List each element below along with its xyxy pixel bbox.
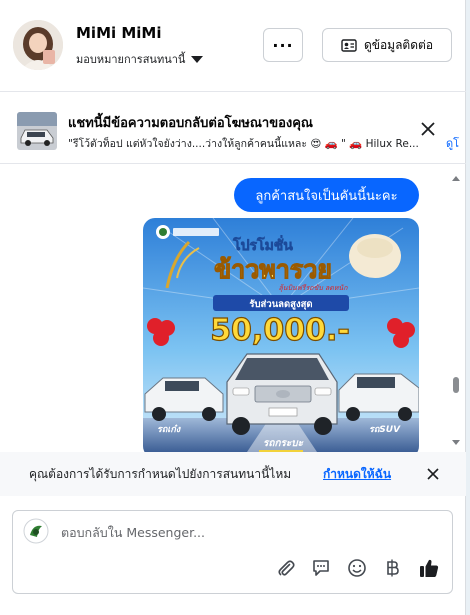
promo-headline: โปรโมชั่น [232, 235, 293, 254]
contact-name[interactable]: MiMi MiMi [76, 24, 162, 42]
view-contact-label: ดูข้อมูลติดต่อ [363, 37, 434, 52]
ad-thumbnail[interactable] [17, 112, 57, 150]
promo-main-title: ข้าวพารวย [214, 255, 332, 284]
caret-down-icon [191, 55, 204, 63]
page-avatar [23, 518, 49, 544]
promo-discount-label: รับส่วนลดสูงสุด [249, 299, 312, 311]
ad-snippet-text: "รีโว้ตัวท็อป แต่หัวใจยังว่าง....ว่างให้… [68, 138, 419, 150]
assign-to-me-link[interactable]: กำหนดให้ฉัน [323, 465, 391, 484]
more-options-button[interactable]: ··· [263, 28, 303, 62]
close-icon[interactable] [426, 467, 440, 481]
contact-card-icon [341, 38, 357, 52]
assign-label: มอบหมายการสนทนานี้ [76, 53, 186, 66]
promo-image-message[interactable]: โปรโมชั่น ข้าวพารวย ลุ้นบินฟรีรถขับ ลดหน… [143, 218, 419, 452]
scroll-thumb[interactable] [453, 377, 459, 393]
thumbs-up-icon[interactable] [418, 557, 440, 579]
conversation-panel: MiMi MiMi มอบหมายการสนทนานี้ ··· ดูข้อมู… [0, 0, 466, 615]
close-icon[interactable] [419, 120, 437, 138]
message-list[interactable]: ลูกค้าสนใจเป็นคันนี้นะคะ โปรโมชั่น ข้าวพ… [0, 170, 466, 452]
assign-notice-text: คุณต้องการได้รับการกำหนดไปยังการสนทนานี้… [29, 467, 292, 481]
message-scrollbar[interactable] [450, 170, 462, 450]
assign-notice-bar: คุณต้องการได้รับการกำหนดไปยังการสนทนานี้… [0, 452, 466, 496]
saved-replies-icon[interactable] [310, 557, 332, 579]
ad-reply-title: แชทนี้มีข้อความตอบกลับต่อโฆษณาของคุณ [68, 116, 313, 131]
view-ad-link[interactable]: ดูโ [446, 134, 459, 152]
promo-label-pickup: รถกระบะ [263, 438, 304, 449]
promo-amount: 50,000.- [210, 313, 350, 348]
reply-input[interactable] [61, 521, 441, 543]
scroll-down-arrow-icon[interactable] [452, 440, 460, 445]
contact-avatar[interactable] [13, 20, 63, 70]
outgoing-message-bubble[interactable]: ลูกค้าสนใจเป็นคันนี้นะคะ [234, 178, 419, 212]
reply-composer [12, 510, 453, 594]
ad-reply-banner: แชทนี้มีข้อความตอบกลับต่อโฆษณาของคุณ "รี… [0, 100, 466, 164]
payment-baht-icon[interactable] [382, 557, 404, 579]
view-contact-button[interactable]: ดูข้อมูลติดต่อ [322, 28, 452, 62]
promo-label-suv: รถSUV [369, 425, 401, 435]
scroll-up-arrow-icon[interactable] [452, 176, 460, 181]
ad-reply-snippet: "รีโว้ตัวท็อป แต่หัวใจยังว่าง....ว่างให้… [68, 135, 446, 152]
promo-tagline: ลุ้นบินฟรีรถขับ ลดหนัก [279, 284, 349, 292]
emoji-icon[interactable] [346, 557, 368, 579]
attachment-icon[interactable] [275, 557, 297, 579]
promo-label-sedan: รถเก๋ง [157, 424, 182, 435]
conversation-header: MiMi MiMi มอบหมายการสนทนานี้ ··· ดูข้อมู… [0, 0, 466, 92]
assign-conversation-dropdown[interactable]: มอบหมายการสนทนานี้ [76, 50, 204, 68]
